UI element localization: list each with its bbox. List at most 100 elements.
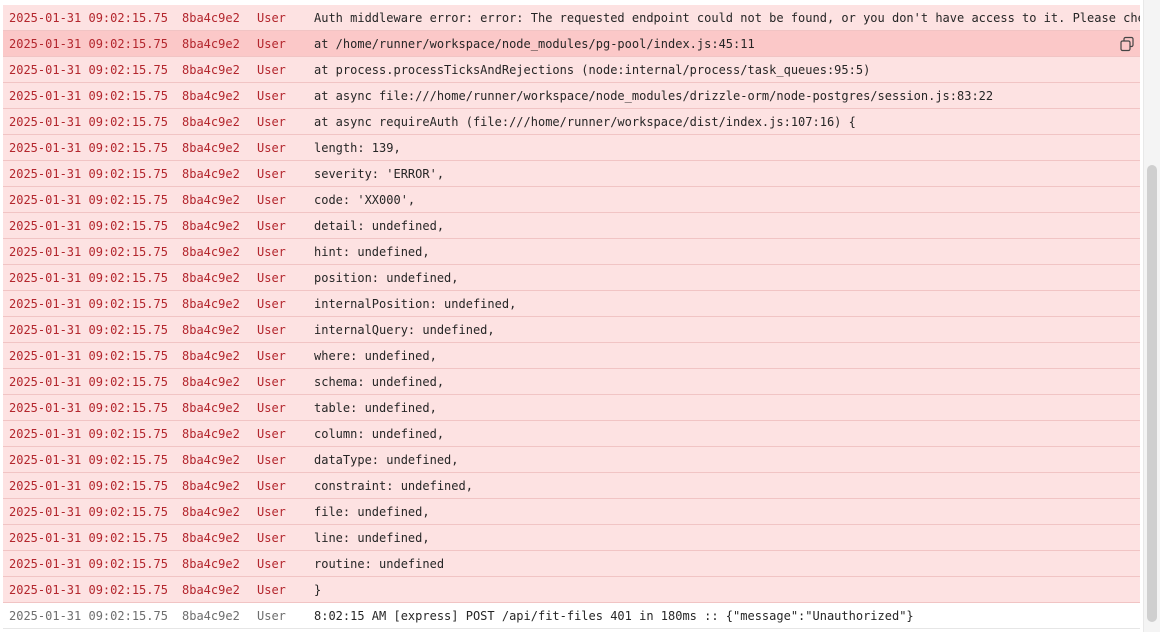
log-timestamp: 2025-01-31 09:02:15.75 <box>9 608 168 623</box>
log-timestamp: 2025-01-31 09:02:15.75 <box>9 426 168 441</box>
log-message: column: undefined, <box>314 426 445 441</box>
log-row[interactable]: 2025-01-31 09:02:15.75 8ba4c9e2 User at pro… <box>3 57 1140 83</box>
log-row[interactable]: 2025-01-31 09:02:15.75 8ba4c9e2 User positi… <box>3 265 1140 291</box>
log-row[interactable]: 2025-01-31 09:02:15.75 8ba4c9e2 User dataTy… <box>3 447 1140 473</box>
log-row[interactable]: 2025-01-31 09:02:15.75 8ba4c9e2 User intern… <box>3 317 1140 343</box>
log-source: User <box>257 608 286 623</box>
log-deployment-id: 8ba4c9e2 <box>182 530 240 545</box>
log-message: where: undefined, <box>314 348 437 363</box>
log-deployment-id: 8ba4c9e2 <box>182 582 240 597</box>
log-deployment-id: 8ba4c9e2 <box>182 218 240 233</box>
log-timestamp: 2025-01-31 09:02:15.75 <box>9 114 168 129</box>
log-row[interactable]: 2025-01-31 09:02:15.75 8ba4c9e2 User routin… <box>3 551 1140 577</box>
log-message: detail: undefined, <box>314 218 445 233</box>
log-deployment-id: 8ba4c9e2 <box>182 348 240 363</box>
log-deployment-id: 8ba4c9e2 <box>182 270 240 285</box>
log-deployment-id: 8ba4c9e2 <box>182 244 240 259</box>
log-message: severity: 'ERROR', <box>314 166 445 181</box>
log-source: User <box>257 530 286 545</box>
log-message: 8:02:15 AM [express] POST /api/fit-files… <box>314 608 914 623</box>
log-deployment-id: 8ba4c9e2 <box>182 400 240 415</box>
log-row[interactable]: 2025-01-31 09:02:15.75 8ba4c9e2 User where:… <box>3 343 1140 369</box>
log-deployment-id: 8ba4c9e2 <box>182 166 240 181</box>
log-deployment-id: 8ba4c9e2 <box>182 504 240 519</box>
log-message: table: undefined, <box>314 400 437 415</box>
log-source: User <box>257 582 286 597</box>
log-deployment-id: 8ba4c9e2 <box>182 478 240 493</box>
log-source: User <box>257 62 286 77</box>
log-timestamp: 2025-01-31 09:02:15.75 <box>9 270 168 285</box>
log-message: at /home/runner/workspace/node_modules/p… <box>314 36 755 51</box>
log-message: } <box>314 582 322 597</box>
log-message: Auth middleware error: error: The reques… <box>314 10 1140 25</box>
log-message: hint: undefined, <box>314 244 430 259</box>
log-deployment-id: 8ba4c9e2 <box>182 556 240 571</box>
log-timestamp: 2025-01-31 09:02:15.75 <box>9 166 168 181</box>
log-row[interactable]: 2025-01-31 09:02:15.75 8ba4c9e2 User table:… <box>3 395 1140 421</box>
log-row[interactable]: 2025-01-31 09:02:15.75 8ba4c9e2 User Auth m… <box>3 5 1140 31</box>
log-message: line: undefined, <box>314 530 430 545</box>
log-timestamp: 2025-01-31 09:02:15.75 <box>9 244 168 259</box>
log-source: User <box>257 348 286 363</box>
log-row[interactable]: 2025-01-31 09:02:15.75 8ba4c9e2 User 8:02:1… <box>3 603 1140 629</box>
log-timestamp: 2025-01-31 09:02:15.75 <box>9 556 168 571</box>
log-row[interactable]: 2025-01-31 09:02:15.75 8ba4c9e2 User schema… <box>3 369 1140 395</box>
log-timestamp: 2025-01-31 09:02:15.75 <box>9 504 168 519</box>
log-source: User <box>257 244 286 259</box>
log-timestamp: 2025-01-31 09:02:15.75 <box>9 348 168 363</box>
log-message: file: undefined, <box>314 504 430 519</box>
log-message: routine: undefined <box>314 556 445 571</box>
vertical-scrollbar[interactable] <box>1143 0 1160 632</box>
log-timestamp: 2025-01-31 09:02:15.75 <box>9 452 168 467</box>
log-timestamp: 2025-01-31 09:02:15.75 <box>9 582 168 597</box>
log-message: at async file:///home/runner/workspace/n… <box>314 88 994 103</box>
log-source: User <box>257 296 286 311</box>
log-message: dataType: undefined, <box>314 452 459 467</box>
log-source: User <box>257 166 286 181</box>
scrollbar-thumb[interactable] <box>1147 165 1157 622</box>
log-row[interactable]: 2025-01-31 09:02:15.75 8ba4c9e2 User constr… <box>3 473 1140 499</box>
log-source: User <box>257 140 286 155</box>
log-row[interactable]: 2025-01-31 09:02:15.75 8ba4c9e2 User column… <box>3 421 1140 447</box>
log-message: schema: undefined, <box>314 374 445 389</box>
log-deployment-id: 8ba4c9e2 <box>182 88 240 103</box>
log-row[interactable]: 2025-01-31 09:02:15.75 8ba4c9e2 User at /ho… <box>3 31 1140 57</box>
log-message: constraint: undefined, <box>314 478 473 493</box>
log-source: User <box>257 478 286 493</box>
log-deployment-id: 8ba4c9e2 <box>182 10 240 25</box>
log-viewer: 2025-01-31 09:02:15.75 8ba4c9e2 User Auth m… <box>0 0 1143 632</box>
log-source: User <box>257 426 286 441</box>
log-timestamp: 2025-01-31 09:02:15.75 <box>9 296 168 311</box>
log-deployment-id: 8ba4c9e2 <box>182 62 240 77</box>
log-source: User <box>257 10 286 25</box>
log-source: User <box>257 88 286 103</box>
log-row[interactable]: 2025-01-31 09:02:15.75 8ba4c9e2 User hint: … <box>3 239 1140 265</box>
log-row[interactable]: 2025-01-31 09:02:15.75 8ba4c9e2 User at asy… <box>3 83 1140 109</box>
log-timestamp: 2025-01-31 09:02:15.75 <box>9 400 168 415</box>
log-row[interactable]: 2025-01-31 09:02:15.75 8ba4c9e2 User length… <box>3 135 1140 161</box>
log-source: User <box>257 36 286 51</box>
copy-icon[interactable] <box>1119 36 1135 52</box>
log-deployment-id: 8ba4c9e2 <box>182 322 240 337</box>
log-source: User <box>257 218 286 233</box>
log-row[interactable]: 2025-01-31 09:02:15.75 8ba4c9e2 User at asy… <box>3 109 1140 135</box>
log-message: position: undefined, <box>314 270 459 285</box>
log-deployment-id: 8ba4c9e2 <box>182 374 240 389</box>
log-row[interactable]: 2025-01-31 09:02:15.75 8ba4c9e2 User file: … <box>3 499 1140 525</box>
log-timestamp: 2025-01-31 09:02:15.75 <box>9 36 168 51</box>
log-timestamp: 2025-01-31 09:02:15.75 <box>9 322 168 337</box>
log-row[interactable]: 2025-01-31 09:02:15.75 8ba4c9e2 User code: … <box>3 187 1140 213</box>
log-message: at async requireAuth (file:///home/runne… <box>314 114 856 129</box>
log-timestamp: 2025-01-31 09:02:15.75 <box>9 218 168 233</box>
log-source: User <box>257 374 286 389</box>
log-row[interactable]: 2025-01-31 09:02:15.75 8ba4c9e2 User line: … <box>3 525 1140 551</box>
log-timestamp: 2025-01-31 09:02:15.75 <box>9 192 168 207</box>
log-row[interactable]: 2025-01-31 09:02:15.75 8ba4c9e2 User} <box>3 577 1140 603</box>
log-source: User <box>257 400 286 415</box>
log-row[interactable]: 2025-01-31 09:02:15.75 8ba4c9e2 User detail… <box>3 213 1140 239</box>
log-deployment-id: 8ba4c9e2 <box>182 114 240 129</box>
log-row[interactable]: 2025-01-31 09:02:15.75 8ba4c9e2 User intern… <box>3 291 1140 317</box>
log-row[interactable]: 2025-01-31 09:02:15.75 8ba4c9e2 User severi… <box>3 161 1140 187</box>
log-timestamp: 2025-01-31 09:02:15.75 <box>9 62 168 77</box>
log-timestamp: 2025-01-31 09:02:15.75 <box>9 478 168 493</box>
